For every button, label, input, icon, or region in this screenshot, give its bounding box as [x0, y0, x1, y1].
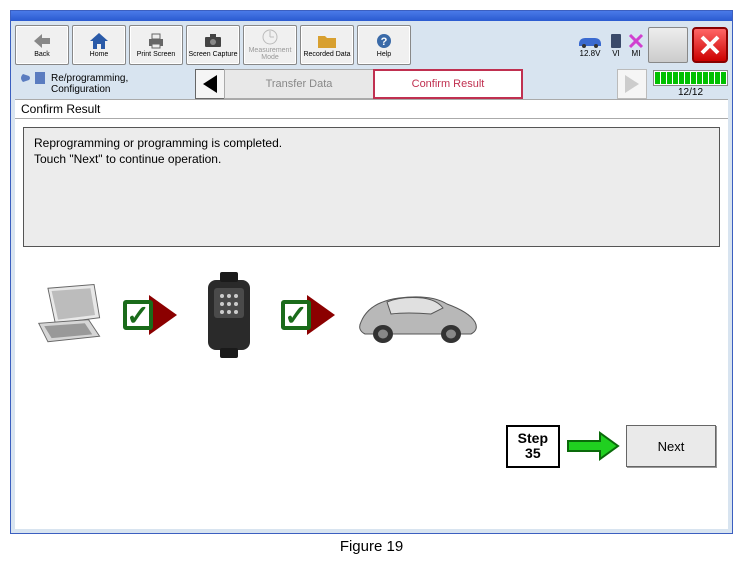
triangle-right-icon — [625, 75, 639, 93]
check-arrow-icon: ✓ — [123, 295, 177, 335]
back-button[interactable]: Back — [15, 25, 69, 65]
green-arrow-icon — [566, 431, 620, 461]
message-line: Reprogramming or programming is complete… — [34, 136, 709, 152]
car-icon — [576, 33, 604, 49]
mi-x-icon — [628, 33, 644, 49]
next-step-button — [617, 69, 647, 99]
home-button[interactable]: Home — [72, 25, 126, 65]
capture-button[interactable]: Screen Capture — [186, 25, 240, 65]
printer-icon — [147, 32, 165, 50]
figure-caption: Figure 19 — [10, 538, 733, 555]
scantool-icon — [193, 277, 265, 353]
progress-bar — [653, 70, 728, 86]
help-icon: ? — [375, 32, 393, 50]
home-icon — [90, 32, 108, 50]
car-icon — [351, 277, 481, 353]
app-window: Back Home Print Screen Screen Capture — [10, 10, 733, 534]
status-area: 12.8V VI MI — [576, 27, 728, 63]
laptop-icon — [35, 277, 107, 353]
check-arrow-icon: ✓ — [281, 295, 335, 335]
prev-step-button[interactable] — [195, 69, 225, 99]
measure-button: Measurement Mode — [243, 25, 297, 65]
camera-icon — [204, 32, 222, 50]
title-bar — [11, 11, 732, 21]
close-button[interactable] — [692, 27, 728, 63]
message-line: Touch "Next" to continue operation. — [34, 152, 709, 168]
back-icon — [33, 32, 51, 50]
vi-icon — [608, 33, 624, 49]
mi-indicator: MI — [628, 33, 644, 58]
diagram: ✓ ✓ — [15, 255, 728, 375]
step-prev: Transfer Data — [224, 69, 374, 99]
device-icon — [648, 27, 688, 63]
app-chrome: Back Home Print Screen Screen Capture — [11, 21, 732, 533]
message-box: Reprogramming or programming is complete… — [23, 127, 720, 247]
measure-icon — [261, 28, 279, 46]
step-current: Confirm Result — [373, 69, 523, 99]
next-button[interactable]: Next — [626, 425, 716, 467]
print-button[interactable]: Print Screen — [129, 25, 183, 65]
triangle-left-icon — [203, 75, 217, 93]
breadcrumb-row: Re/programming, Configuration Transfer D… — [15, 69, 728, 99]
recorded-button[interactable]: Recorded Data — [300, 25, 354, 65]
wrench-icon — [19, 70, 47, 98]
help-button[interactable]: ? Help — [357, 25, 411, 65]
folder-icon — [318, 32, 336, 50]
breadcrumb: Re/programming, Configuration — [15, 70, 195, 98]
vi-indicator: VI — [608, 33, 624, 58]
content-area: Confirm Result Reprogramming or programm… — [15, 99, 728, 529]
step-callout: Step 35 — [506, 425, 560, 468]
progress-block: 12/12 — [653, 70, 728, 98]
page-title: Confirm Result — [15, 100, 728, 119]
toolbar: Back Home Print Screen Screen Capture — [15, 25, 728, 65]
close-icon — [699, 34, 721, 56]
voltage-indicator: 12.8V — [576, 33, 604, 58]
svg-text:?: ? — [381, 36, 388, 48]
